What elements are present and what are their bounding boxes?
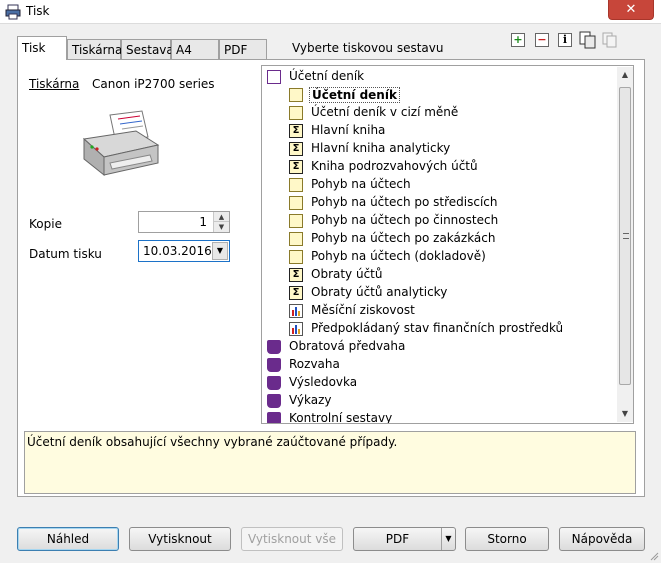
copies-label: Kopie xyxy=(29,217,62,231)
tab-tiskarna[interactable]: Tiskárna xyxy=(67,39,122,59)
print-all-button[interactable]: Vytisknout vše xyxy=(241,527,343,551)
tree-item-label: Rozvaha xyxy=(289,357,340,371)
page-icon xyxy=(289,196,303,210)
tree-item-label: Výsledovka xyxy=(289,375,358,389)
cancel-button[interactable]: Storno xyxy=(465,527,549,551)
scroll-down-icon[interactable]: ▼ xyxy=(617,406,633,422)
report-description: Účetní deník obsahující všechny vybrané … xyxy=(24,431,636,494)
scroll-thumb[interactable] xyxy=(619,87,631,385)
tree-item-label: Hlavní kniha xyxy=(311,123,386,137)
tree-item-label: Kontrolní sestavy xyxy=(289,411,393,424)
page-icon xyxy=(289,250,303,264)
print-date-value: 10.03.2016 xyxy=(143,244,212,258)
pdf-dropdown-icon[interactable]: ▼ xyxy=(441,528,455,550)
pdf-button-label: PDF xyxy=(385,532,410,546)
tree-item-label: Pohyb na účtech po činnostech xyxy=(311,213,499,227)
print-date-label: Datum tisku xyxy=(29,247,102,261)
print-date-field[interactable]: 10.03.2016 ▼ xyxy=(138,240,230,262)
tree-item-label: Pohyb na účtech po zakázkách xyxy=(311,231,496,245)
tree-item-label: Účetní deník xyxy=(289,69,365,83)
grip-icon xyxy=(623,233,629,239)
book-icon xyxy=(267,358,281,372)
sum-icon: Σ xyxy=(289,124,303,138)
preview-button[interactable]: Náhled xyxy=(17,527,119,551)
book-icon xyxy=(267,394,281,408)
tab-tisk[interactable]: Tisk xyxy=(17,36,67,60)
page-icon xyxy=(289,88,303,102)
print-button[interactable]: Vytisknout xyxy=(129,527,231,551)
tree-item-label: Kniha podrozvahových účtů xyxy=(311,159,478,173)
book-icon xyxy=(267,340,281,354)
spin-up-icon[interactable]: ▲ xyxy=(214,212,229,222)
info-icon[interactable]: i xyxy=(558,33,572,47)
tree-item-label: Výkazy xyxy=(289,393,332,407)
expand-all-icon[interactable]: + xyxy=(511,33,525,47)
copies-value: 1 xyxy=(199,215,207,229)
help-button[interactable]: Nápověda xyxy=(559,527,645,551)
close-button[interactable]: ✕ xyxy=(608,0,654,20)
copies-stepper[interactable]: 1 ▲ ▼ xyxy=(138,211,230,233)
title-bar: Tisk ✕ xyxy=(0,0,661,24)
tree-item-label: Pohyb na účtech (dokladově) xyxy=(311,249,486,263)
chart-icon xyxy=(289,322,303,336)
report-tree[interactable]: Účetní deník Účetní deník Účetní deník v c… xyxy=(261,65,634,424)
book-icon xyxy=(267,412,281,423)
tree-item-label: Účetní deník v cizí měně xyxy=(311,105,459,119)
printer-app-icon xyxy=(5,4,21,20)
pdf-button[interactable]: PDF ▼ xyxy=(353,527,456,551)
spin-down-icon[interactable]: ▼ xyxy=(214,222,229,232)
tab-pdf[interactable]: PDF xyxy=(219,39,267,59)
tree-scrollbar[interactable]: ▲ ▼ xyxy=(617,67,633,422)
close-icon: ✕ xyxy=(625,2,637,17)
tab-hint: Vyberte tiskovou sestavu xyxy=(292,41,444,55)
printer-name: Canon iP2700 series xyxy=(92,77,215,91)
tree-item-label: Obraty účtů xyxy=(311,267,383,281)
collapse-all-icon[interactable]: − xyxy=(535,33,549,47)
tree-item-label: Předpokládaný stav finančních prostředků xyxy=(311,321,564,335)
printer-illustration xyxy=(82,110,160,177)
sum-icon: Σ xyxy=(289,142,303,156)
page-icon xyxy=(289,106,303,120)
sum-icon: Σ xyxy=(289,286,303,300)
tree-item-label: Obraty účtů analyticky xyxy=(311,285,448,299)
sum-icon: Σ xyxy=(289,160,303,174)
page-icon xyxy=(289,214,303,228)
window-title: Tisk xyxy=(26,4,50,18)
book-open-icon xyxy=(267,70,281,84)
resize-grip-icon[interactable] xyxy=(649,551,659,561)
copies-spin-buttons: ▲ ▼ xyxy=(213,212,229,232)
tree-item-label: Měsíční ziskovost xyxy=(311,303,415,317)
copy-report-icon[interactable] xyxy=(579,31,597,49)
tree-item-label: Účetní deník xyxy=(309,87,400,103)
tree-item-label: Hlavní kniha analyticky xyxy=(311,141,451,155)
page-icon xyxy=(289,232,303,246)
scroll-up-icon[interactable]: ▲ xyxy=(617,67,633,83)
book-icon xyxy=(267,376,281,390)
date-dropdown-icon[interactable]: ▼ xyxy=(212,242,228,260)
printer-link[interactable]: Tiskárna xyxy=(29,77,79,91)
sum-icon: Σ xyxy=(289,268,303,282)
tree-item-label: Pohyb na účtech xyxy=(311,177,411,191)
page-icon xyxy=(289,178,303,192)
chart-icon xyxy=(289,304,303,318)
paste-report-icon xyxy=(602,32,617,48)
tree-item-label: Obratová předvaha xyxy=(289,339,406,353)
tab-a4[interactable]: A4 xyxy=(171,39,219,59)
tab-sestava[interactable]: Sestava xyxy=(121,39,174,59)
tree-item-label: Pohyb na účtech po střediscích xyxy=(311,195,498,209)
